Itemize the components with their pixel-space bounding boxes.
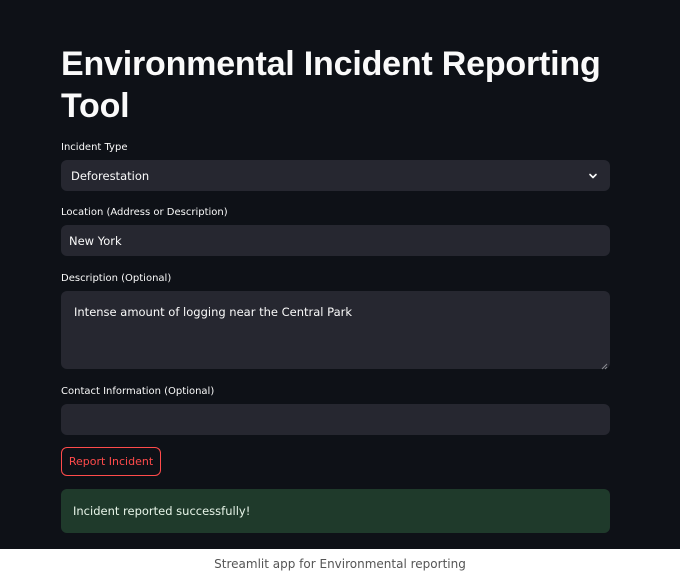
chevron-down-icon [586,169,600,183]
app-window: Environmental Incident Reporting Tool In… [0,0,680,549]
incident-type-label: Incident Type [61,142,128,153]
figure-caption: Streamlit app for Environmental reportin… [214,557,466,571]
description-value: Intense amount of logging near the Centr… [74,305,353,319]
location-label: Location (Address or Description) [61,207,228,218]
success-message: Incident reported successfully! [73,504,251,518]
location-input[interactable]: New York [61,225,610,256]
contact-input[interactable] [61,404,610,435]
incident-type-select[interactable]: Deforestation [61,160,610,191]
description-label: Description (Optional) [61,273,172,284]
resize-handle-icon[interactable] [600,359,608,370]
success-alert: Incident reported successfully! [61,489,610,533]
contact-label: Contact Information (Optional) [61,386,215,397]
report-incident-button[interactable]: Report Incident [61,447,161,476]
page-title: Environmental Incident Reporting Tool [61,45,601,125]
incident-type-value: Deforestation [71,168,150,183]
description-textarea[interactable]: Intense amount of logging near the Centr… [61,291,610,370]
location-value: New York [69,233,122,248]
